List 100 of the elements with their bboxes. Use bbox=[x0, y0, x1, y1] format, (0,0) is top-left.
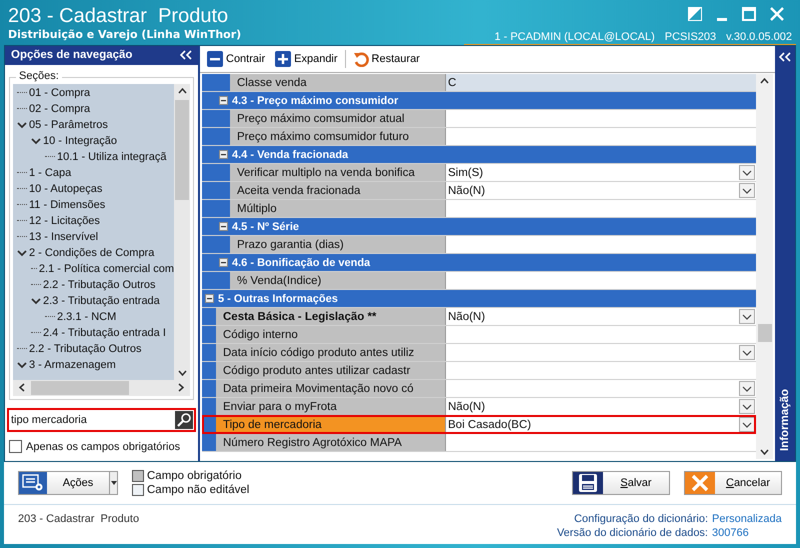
chevron-down-icon[interactable] bbox=[31, 296, 41, 306]
field-label: Código produto antes utilizar cadastr bbox=[216, 362, 446, 379]
indent-gutter bbox=[202, 434, 216, 451]
tree-item[interactable]: 2.4 - Tributação entrada I bbox=[43, 326, 166, 340]
collapse-panel-icon[interactable] bbox=[779, 52, 791, 62]
window-title: 203 - Cadastrar Produto bbox=[8, 4, 230, 28]
scroll-up-icon[interactable] bbox=[178, 88, 186, 94]
dropdown-icon[interactable] bbox=[739, 399, 755, 414]
dropdown-icon[interactable] bbox=[739, 183, 755, 198]
tree-item[interactable]: 10 - Autopeças bbox=[29, 182, 102, 196]
scroll-up-icon[interactable] bbox=[760, 78, 769, 84]
chevron-down-icon[interactable] bbox=[17, 360, 27, 370]
dropdown-icon[interactable] bbox=[739, 417, 755, 432]
collapse-box-icon[interactable] bbox=[219, 258, 228, 267]
collapse-panel-icon[interactable] bbox=[180, 50, 192, 60]
scroll-left-icon[interactable] bbox=[19, 383, 25, 392]
scroll-thumb[interactable] bbox=[175, 100, 189, 200]
expand-button[interactable]: Expandir bbox=[272, 49, 341, 69]
collapse-box-icon[interactable] bbox=[219, 222, 228, 231]
field-label: % Venda(Indice) bbox=[230, 272, 446, 289]
value-field[interactable]: Não(N) bbox=[446, 308, 756, 325]
minus-icon bbox=[207, 51, 223, 67]
collapse-box-icon[interactable] bbox=[219, 150, 228, 159]
indent-gutter bbox=[202, 398, 216, 415]
tree-item[interactable]: 13 - Inservível bbox=[29, 230, 98, 244]
chevron-down-icon[interactable] bbox=[17, 248, 27, 258]
collapse-button[interactable]: Contrair bbox=[204, 49, 268, 69]
tree-item[interactable]: 02 - Compra bbox=[29, 102, 90, 116]
vertical-scrollbar[interactable] bbox=[174, 84, 190, 380]
dropdown-button[interactable] bbox=[110, 471, 118, 495]
cancel-button[interactable]: Cancelar bbox=[684, 471, 782, 495]
tree-item[interactable]: 05 - Parâmetros bbox=[29, 118, 108, 132]
indent-gutter bbox=[202, 182, 216, 199]
tree-item[interactable]: 2.2 - Tributação Outros bbox=[29, 342, 142, 356]
indent-gutter bbox=[216, 182, 230, 199]
tree-item[interactable]: 10.1 - Utiliza integraçã bbox=[57, 150, 166, 164]
undo-arrow-icon bbox=[352, 51, 369, 67]
checkbox-label: Apenas os campos obrigatórios bbox=[26, 440, 180, 452]
chevron-down-icon[interactable] bbox=[17, 120, 27, 130]
indent-gutter bbox=[202, 128, 216, 145]
field-label: Preço máximo comsumidor futuro bbox=[230, 128, 446, 145]
search-icon[interactable] bbox=[175, 410, 193, 429]
plus-icon bbox=[275, 51, 292, 67]
tree-item[interactable]: 2.3 - Tributação entrada bbox=[43, 294, 160, 308]
session-info: v.30.0.05.002 bbox=[726, 31, 792, 43]
tree-item[interactable]: 10 - Integração bbox=[43, 134, 117, 148]
tree-item[interactable]: 01 - Compra bbox=[29, 86, 90, 100]
close-icon[interactable] bbox=[770, 7, 784, 21]
section-title: 4.5 - Nº Série bbox=[232, 220, 299, 232]
dropdown-icon[interactable] bbox=[739, 309, 755, 324]
tree-item[interactable]: 2.2 - Tributação Outros bbox=[43, 278, 156, 292]
value-field[interactable]: C bbox=[446, 74, 756, 91]
indent-gutter bbox=[202, 164, 216, 181]
indent-gutter bbox=[202, 74, 216, 91]
tree-item[interactable]: 12 - Licitações bbox=[29, 214, 100, 228]
collapse-box-icon[interactable] bbox=[205, 294, 214, 303]
tree-item[interactable]: 2.1 - Política comercial com bbox=[38, 262, 174, 276]
tree-item[interactable]: 2.3.1 - NCM bbox=[57, 310, 116, 324]
collapse-box-icon[interactable] bbox=[219, 96, 228, 105]
indent-gutter bbox=[202, 362, 216, 379]
dropdown-icon[interactable] bbox=[739, 345, 755, 360]
list-gear-icon bbox=[22, 474, 44, 492]
section-title: 4.3 - Preço máximo consumidor bbox=[232, 94, 398, 106]
restore-layout-icon[interactable] bbox=[688, 7, 702, 21]
value-field[interactable]: Não(N) bbox=[446, 182, 756, 199]
scroll-down-icon[interactable] bbox=[178, 370, 186, 376]
dropdown-icon[interactable] bbox=[739, 381, 755, 396]
scroll-right-icon[interactable] bbox=[178, 383, 184, 392]
info-label: Versão do dicionário de dados: bbox=[556, 527, 708, 539]
value-field[interactable]: Sim(S) bbox=[446, 164, 756, 181]
restore-button[interactable]: Restaurar bbox=[350, 49, 423, 69]
tree-item[interactable]: 1 - Capa bbox=[29, 166, 72, 180]
actions-button[interactable]: Ações bbox=[18, 471, 110, 495]
section-title: 4.4 - Venda fracionada bbox=[232, 148, 348, 160]
dropdown-icon[interactable] bbox=[739, 165, 755, 180]
value-field[interactable]: Não(N) bbox=[446, 398, 756, 415]
scroll-thumb[interactable] bbox=[31, 380, 129, 395]
search-field[interactable]: tipo mercadoria bbox=[7, 408, 196, 432]
session-info: 1 - PCADMIN (LOCAL@LOCAL) bbox=[494, 31, 655, 43]
side-tab-label[interactable]: Informação bbox=[779, 389, 791, 451]
tree-item[interactable]: 3 - Armazenagem bbox=[29, 358, 116, 372]
checkbox[interactable] bbox=[9, 440, 22, 453]
field-label: Classe venda bbox=[230, 74, 446, 91]
save-button[interactable]: Salvar bbox=[572, 471, 670, 495]
scroll-down-icon[interactable] bbox=[760, 449, 769, 455]
chevron-down-icon[interactable] bbox=[31, 136, 41, 146]
section-title: 4.6 - Bonificação de venda bbox=[232, 256, 370, 268]
vertical-scrollbar[interactable] bbox=[756, 74, 773, 459]
field-label: Código interno bbox=[216, 326, 446, 343]
info-label: Configuração do dicionário: bbox=[574, 513, 708, 525]
tree-item[interactable]: 2 - Condições de Compra bbox=[29, 246, 154, 260]
maximize-icon[interactable] bbox=[742, 7, 756, 21]
scroll-thumb[interactable] bbox=[758, 324, 772, 342]
indent-gutter bbox=[202, 200, 216, 217]
horizontal-scrollbar[interactable] bbox=[13, 380, 190, 396]
tree-item[interactable]: 11 - Dimensões bbox=[29, 198, 106, 212]
section-title: 5 - Outras Informações bbox=[218, 292, 338, 304]
indent-gutter bbox=[202, 326, 216, 343]
screen-name: 203 - Cadastrar Produto bbox=[18, 513, 140, 525]
field-label: Cesta Básica - Legislação ** bbox=[216, 308, 446, 325]
